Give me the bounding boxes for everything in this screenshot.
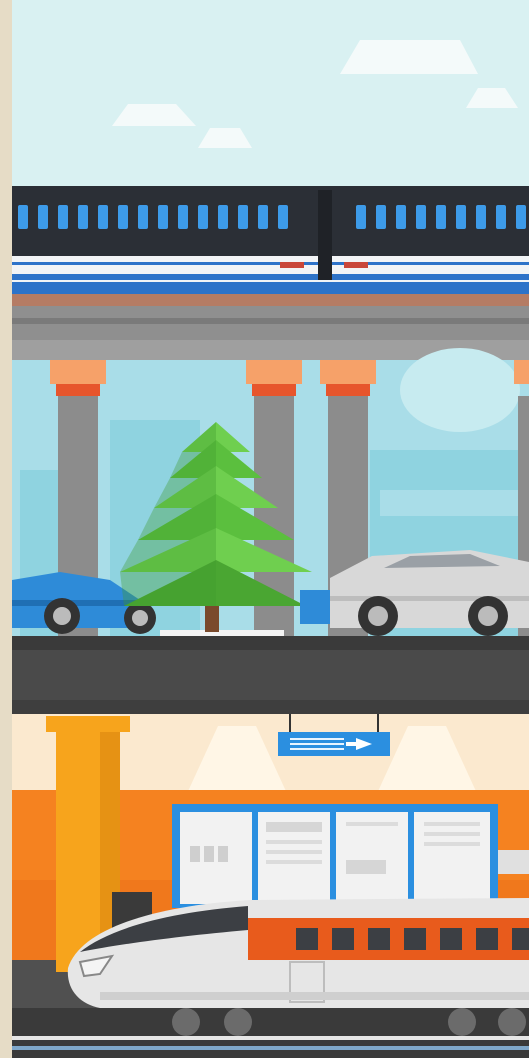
left-border xyxy=(0,0,12,1058)
high-speed-train-icon xyxy=(67,892,529,1008)
rail xyxy=(12,1008,529,1058)
info-board xyxy=(172,804,529,908)
road xyxy=(12,636,529,714)
metro-train-icon xyxy=(12,186,529,282)
transport-illustration xyxy=(0,0,529,1058)
elevated-track xyxy=(12,282,529,360)
